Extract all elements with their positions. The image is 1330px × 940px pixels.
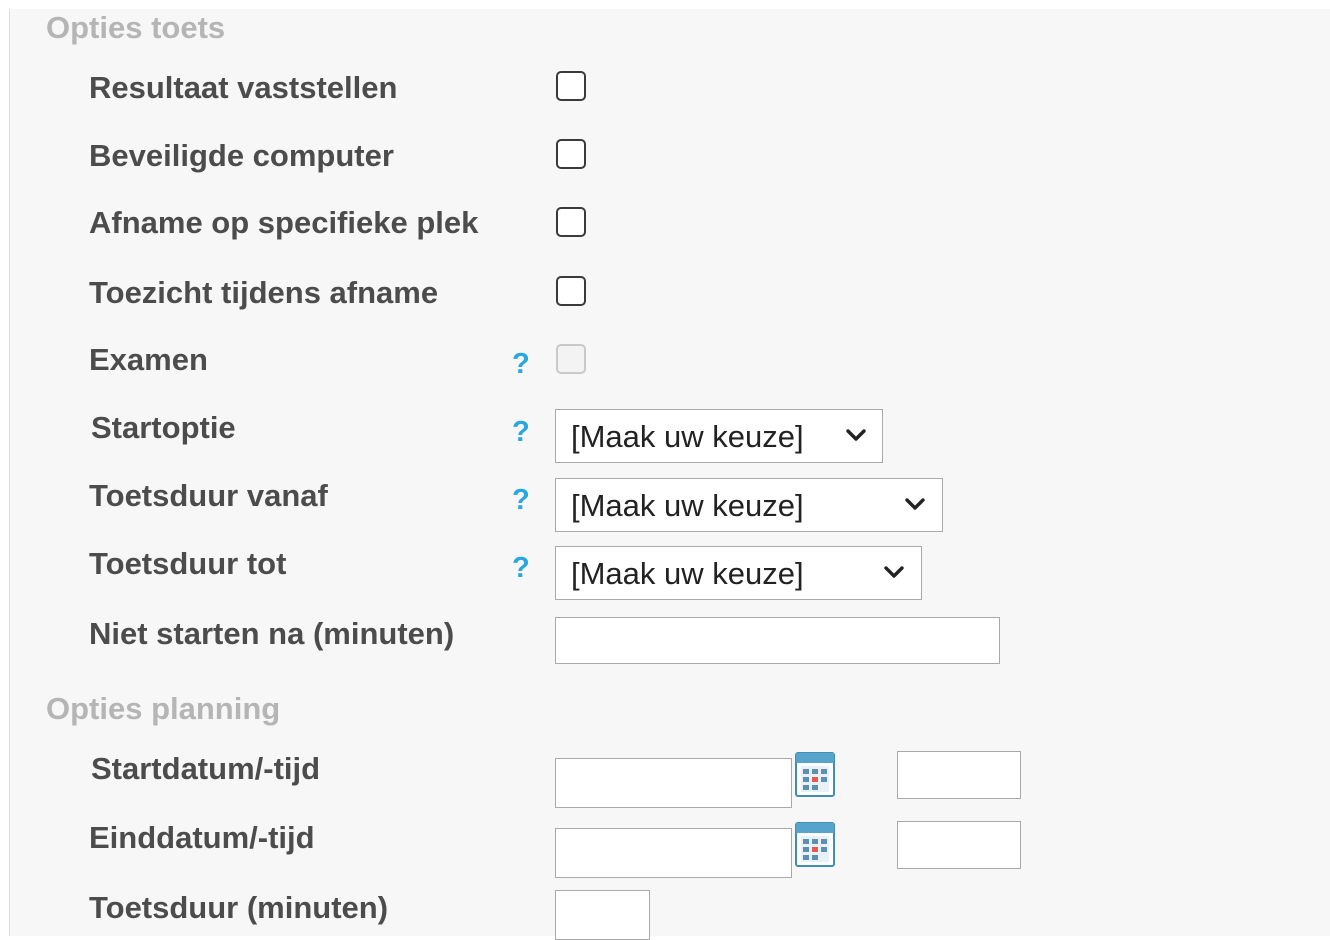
niet-starten-na-input[interactable] [555, 617, 1000, 664]
help-toetsduur-vanaf-question-mark-icon[interactable]: ? [512, 484, 530, 517]
label-examen: Examen [89, 342, 208, 377]
label-beveiligde-computer: Beveiligde computer [89, 138, 394, 173]
toetsduur-minuten-input[interactable] [555, 890, 650, 940]
section-title-test-options: Opties toets [46, 10, 226, 45]
help-toetsduur-tot-question-mark-icon[interactable]: ? [512, 552, 530, 585]
select-startoptie[interactable]: [Maak uw keuze] [555, 409, 883, 463]
select-toetsduur-vanaf-value: [Maak uw keuze] [571, 488, 804, 523]
startdatum-date-input[interactable] [555, 758, 792, 808]
label-toezicht-tijdens-afname: Toezicht tijdens afname [89, 275, 439, 310]
help-startoptie-question-mark-icon[interactable]: ? [512, 416, 530, 449]
label-toetsduur-minuten: Toetsduur (minuten) [89, 890, 389, 925]
select-startoptie-value: [Maak uw keuze] [571, 419, 804, 454]
section-title-planning-options: Opties planning [46, 691, 281, 726]
select-toetsduur-tot[interactable]: [Maak uw keuze] [555, 546, 922, 600]
chevron-down-icon [846, 429, 866, 441]
select-toetsduur-tot-value: [Maak uw keuze] [571, 556, 804, 591]
label-resultaat-vaststellen: Resultaat vaststellen [89, 70, 398, 105]
calendar-icon[interactable] [795, 822, 835, 867]
label-einddatum-tijd: Einddatum/-tijd [89, 820, 315, 855]
checkbox-toezicht-tijdens-afname[interactable] [556, 276, 586, 306]
select-toetsduur-vanaf[interactable]: [Maak uw keuze] [555, 478, 943, 532]
chevron-down-icon [884, 566, 904, 578]
label-niet-starten-na: Niet starten na (minuten) [89, 616, 455, 651]
label-startdatum-tijd: Startdatum/-tijd [91, 751, 321, 786]
label-toetsduur-vanaf: Toetsduur vanaf [89, 478, 328, 513]
label-toetsduur-tot: Toetsduur tot [89, 546, 287, 581]
label-afname-specifieke-plek: Afname op specifieke plek [89, 205, 479, 240]
label-startoptie: Startoptie [91, 410, 236, 445]
calendar-icon[interactable] [795, 752, 835, 797]
checkbox-examen [556, 344, 586, 374]
einddatum-time-input[interactable] [897, 821, 1021, 869]
help-examen-question-mark-icon[interactable]: ? [512, 348, 530, 381]
checkbox-resultaat-vaststellen[interactable] [556, 71, 586, 101]
chevron-down-icon [905, 498, 925, 510]
checkbox-afname-specifieke-plek[interactable] [556, 207, 586, 237]
checkbox-beveiligde-computer[interactable] [556, 139, 586, 169]
einddatum-date-input[interactable] [555, 828, 792, 878]
startdatum-time-input[interactable] [897, 751, 1021, 799]
